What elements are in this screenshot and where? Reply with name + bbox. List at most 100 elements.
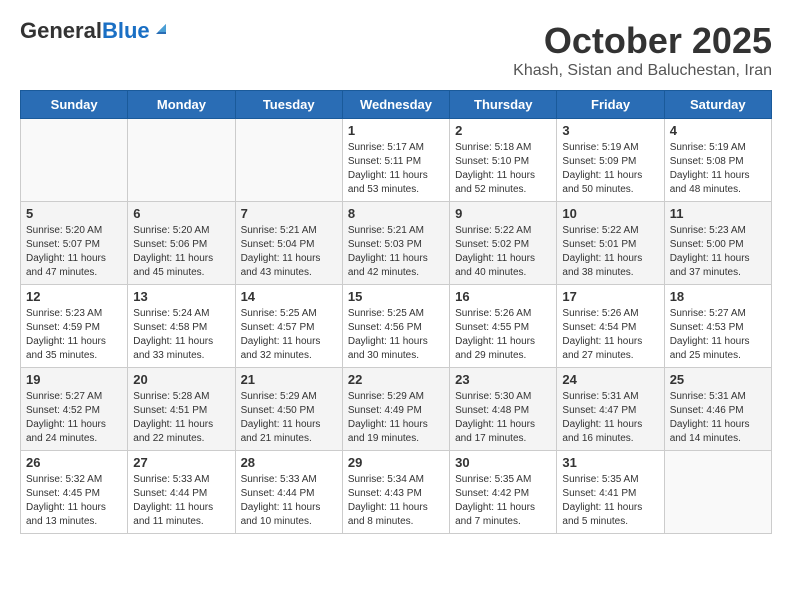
logo-general: General: [20, 18, 102, 43]
day-info: Sunrise: 5:18 AMSunset: 5:10 PMDaylight:…: [455, 141, 551, 197]
page-header: GeneralBlue October 2025 Khash, Sistan a…: [20, 20, 772, 80]
day-info: Sunrise: 5:21 AMSunset: 5:04 PMDaylight:…: [241, 224, 337, 280]
calendar-cell: 16Sunrise: 5:26 AMSunset: 4:55 PMDayligh…: [450, 285, 557, 368]
calendar-cell: 15 Sunrise: 5:25 AMSunset: 4:56 PMDayligh…: [342, 285, 449, 368]
day-number: 28: [241, 455, 337, 470]
day-header-sunday: Sunday: [21, 91, 128, 119]
logo-icon: [152, 20, 170, 38]
calendar-cell: 26 Sunrise: 5:32 AMSunset: 4:45 PMDayligh…: [21, 451, 128, 534]
calendar-week-1: 1 Sunrise: 5:17 AMSunset: 5:11 PMDaylight…: [21, 119, 772, 202]
day-info: Sunrise: 5:33 AMSunset: 4:44 PMDaylight:…: [133, 473, 229, 529]
day-info: Sunrise: 5:27 AMSunset: 4:53 PMDaylight:…: [670, 307, 766, 363]
day-number: 11: [670, 206, 766, 221]
calendar-cell: 18 Sunrise: 5:27 AMSunset: 4:53 PMDayligh…: [664, 285, 771, 368]
calendar-cell: 8Sunrise: 5:21 AMSunset: 5:03 PMDaylight…: [342, 202, 449, 285]
title-area: October 2025 Khash, Sistan and Baluchest…: [513, 20, 772, 80]
day-info: Sunrise: 5:25 AMSunset: 4:56 PMDaylight:…: [348, 307, 444, 363]
day-header-wednesday: Wednesday: [342, 91, 449, 119]
day-info: Sunrise: 5:35 AMSunset: 4:41 PMDaylight:…: [562, 473, 658, 529]
day-number: 29: [348, 455, 444, 470]
day-number: 13: [133, 289, 229, 304]
day-info: Sunrise: 5:35 AMSunset: 4:42 PMDaylight:…: [455, 473, 551, 529]
day-info: Sunrise: 5:25 AMSunset: 4:57 PMDaylight:…: [241, 307, 337, 363]
day-number: 9: [455, 206, 551, 221]
day-number: 23: [455, 372, 551, 387]
calendar-cell: [664, 451, 771, 534]
day-number: 3: [562, 123, 658, 138]
day-info: Sunrise: 5:22 AMSunset: 5:02 PMDaylight:…: [455, 224, 551, 280]
day-number: 8: [348, 206, 444, 221]
day-header-friday: Friday: [557, 91, 664, 119]
day-info: Sunrise: 5:23 AMSunset: 5:00 PMDaylight:…: [670, 224, 766, 280]
calendar-cell: 19Sunrise: 5:27 AMSunset: 4:52 PMDayligh…: [21, 368, 128, 451]
calendar-cell: 22Sunrise: 5:29 AMSunset: 4:49 PMDayligh…: [342, 368, 449, 451]
day-info: Sunrise: 5:19 AMSunset: 5:08 PMDaylight:…: [670, 141, 766, 197]
calendar-week-2: 5 Sunrise: 5:20 AMSunset: 5:07 PMDaylight…: [21, 202, 772, 285]
calendar-header-row: SundayMondayTuesdayWednesdayThursdayFrid…: [21, 91, 772, 119]
day-info: Sunrise: 5:32 AMSunset: 4:45 PMDaylight:…: [26, 473, 122, 529]
calendar-cell: 23 Sunrise: 5:30 AMSunset: 4:48 PMDayligh…: [450, 368, 557, 451]
day-number: 25: [670, 372, 766, 387]
calendar-cell: 20 Sunrise: 5:28 AMSunset: 4:51 PMDayligh…: [128, 368, 235, 451]
day-header-tuesday: Tuesday: [235, 91, 342, 119]
day-number: 19: [26, 372, 122, 387]
day-info: Sunrise: 5:20 AMSunset: 5:07 PMDaylight:…: [26, 224, 122, 280]
day-info: Sunrise: 5:26 AMSunset: 4:54 PMDaylight:…: [562, 307, 658, 363]
day-info: Sunrise: 5:22 AMSunset: 5:01 PMDaylight:…: [562, 224, 658, 280]
day-number: 6: [133, 206, 229, 221]
day-number: 1: [348, 123, 444, 138]
day-number: 21: [241, 372, 337, 387]
location-title: Khash, Sistan and Baluchestan, Iran: [513, 62, 772, 80]
day-number: 27: [133, 455, 229, 470]
calendar-cell: 25 Sunrise: 5:31 AMSunset: 4:46 PMDayligh…: [664, 368, 771, 451]
logo: GeneralBlue: [20, 20, 170, 42]
day-number: 4: [670, 123, 766, 138]
day-number: 16: [455, 289, 551, 304]
calendar-week-3: 12 Sunrise: 5:23 AMSunset: 4:59 PMDayligh…: [21, 285, 772, 368]
calendar-cell: 30 Sunrise: 5:35 AMSunset: 4:42 PMDayligh…: [450, 451, 557, 534]
day-number: 5: [26, 206, 122, 221]
calendar-cell: [21, 119, 128, 202]
calendar-cell: 9 Sunrise: 5:22 AMSunset: 5:02 PMDaylight…: [450, 202, 557, 285]
calendar-cell: [235, 119, 342, 202]
day-number: 12: [26, 289, 122, 304]
calendar-cell: 3 Sunrise: 5:19 AMSunset: 5:09 PMDaylight…: [557, 119, 664, 202]
day-number: 17: [562, 289, 658, 304]
day-number: 24: [562, 372, 658, 387]
day-info: Sunrise: 5:20 AMSunset: 5:06 PMDaylight:…: [133, 224, 229, 280]
calendar-cell: 2 Sunrise: 5:18 AMSunset: 5:10 PMDaylight…: [450, 119, 557, 202]
day-info: Sunrise: 5:28 AMSunset: 4:51 PMDaylight:…: [133, 390, 229, 446]
day-number: 15: [348, 289, 444, 304]
day-header-saturday: Saturday: [664, 91, 771, 119]
calendar-week-4: 19Sunrise: 5:27 AMSunset: 4:52 PMDayligh…: [21, 368, 772, 451]
calendar-cell: 17 Sunrise: 5:26 AMSunset: 4:54 PMDayligh…: [557, 285, 664, 368]
calendar-cell: [128, 119, 235, 202]
day-number: 2: [455, 123, 551, 138]
calendar-cell: 27 Sunrise: 5:33 AMSunset: 4:44 PMDayligh…: [128, 451, 235, 534]
day-number: 20: [133, 372, 229, 387]
calendar-cell: 14 Sunrise: 5:25 AMSunset: 4:57 PMDayligh…: [235, 285, 342, 368]
calendar-week-5: 26 Sunrise: 5:32 AMSunset: 4:45 PMDayligh…: [21, 451, 772, 534]
day-number: 18: [670, 289, 766, 304]
logo-text: GeneralBlue: [20, 20, 150, 42]
logo-blue: Blue: [102, 18, 150, 43]
day-number: 30: [455, 455, 551, 470]
day-number: 26: [26, 455, 122, 470]
day-info: Sunrise: 5:19 AMSunset: 5:09 PMDaylight:…: [562, 141, 658, 197]
day-info: Sunrise: 5:30 AMSunset: 4:48 PMDaylight:…: [455, 390, 551, 446]
calendar-cell: 21 Sunrise: 5:29 AMSunset: 4:50 PMDayligh…: [235, 368, 342, 451]
day-info: Sunrise: 5:23 AMSunset: 4:59 PMDaylight:…: [26, 307, 122, 363]
calendar-cell: 4 Sunrise: 5:19 AMSunset: 5:08 PMDaylight…: [664, 119, 771, 202]
calendar-cell: 24Sunrise: 5:31 AMSunset: 4:47 PMDayligh…: [557, 368, 664, 451]
day-number: 7: [241, 206, 337, 221]
month-title: October 2025: [513, 20, 772, 62]
day-number: 14: [241, 289, 337, 304]
day-info: Sunrise: 5:17 AMSunset: 5:11 PMDaylight:…: [348, 141, 444, 197]
day-info: Sunrise: 5:24 AMSunset: 4:58 PMDaylight:…: [133, 307, 229, 363]
day-info: Sunrise: 5:31 AMSunset: 4:46 PMDaylight:…: [670, 390, 766, 446]
day-info: Sunrise: 5:29 AMSunset: 4:50 PMDaylight:…: [241, 390, 337, 446]
day-number: 31: [562, 455, 658, 470]
day-header-monday: Monday: [128, 91, 235, 119]
day-info: Sunrise: 5:34 AMSunset: 4:43 PMDaylight:…: [348, 473, 444, 529]
calendar-cell: 10Sunrise: 5:22 AMSunset: 5:01 PMDayligh…: [557, 202, 664, 285]
